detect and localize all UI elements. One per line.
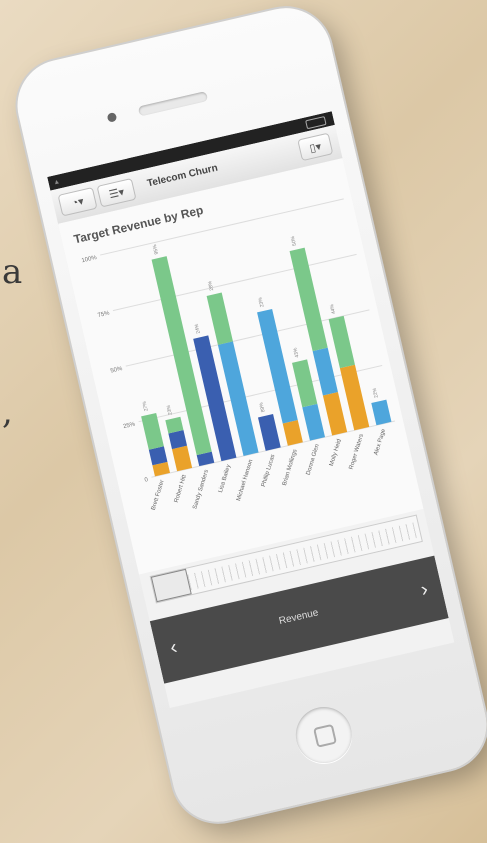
bar-data-label: 50%	[290, 235, 298, 247]
y-tick-label: 100%	[81, 255, 98, 264]
x-tick-label: Brian Mollings	[282, 449, 299, 487]
x-tick-label: Robert Hitt	[174, 474, 188, 503]
background-text-comma: ,	[2, 392, 13, 432]
signal-icon: ▴	[53, 176, 60, 187]
bar-data-label: 23%	[166, 404, 174, 416]
speaker	[137, 91, 209, 117]
phone-screen: ▴ ◔▾ ☰▾ Telecom Churn ▯▾ Target Revenue …	[47, 111, 455, 708]
bar-segment[interactable]	[148, 446, 168, 466]
bar-data-label: 24%	[194, 323, 202, 335]
bar-segment[interactable]	[289, 247, 328, 352]
phone-device: ▴ ◔▾ ☰▾ Telecom Churn ▯▾ Target Revenue …	[8, 0, 487, 831]
x-tick-label: Molly Heid	[329, 438, 343, 467]
bar-segment[interactable]	[371, 399, 392, 426]
bar-segment[interactable]	[171, 445, 193, 472]
x-tick-label: Phillip Lucas	[261, 454, 277, 488]
scroll-thumb[interactable]	[150, 568, 192, 603]
bar-segment[interactable]	[302, 403, 326, 441]
x-tick-label: Lisa Bailey	[218, 464, 232, 494]
bar-segment[interactable]	[312, 347, 338, 396]
bar-data-label: 28%	[207, 280, 215, 292]
x-tick-label: Sandy Sanders	[192, 469, 210, 510]
bar-segment[interactable]	[257, 414, 281, 451]
x-tick-label: Michael Hanson	[236, 459, 254, 502]
x-tick-label: Donna Glen	[306, 444, 321, 476]
bar-data-label: 22%	[372, 387, 380, 399]
device-icon[interactable]: ▯▾	[297, 132, 334, 162]
bar-segment[interactable]	[292, 359, 318, 408]
bar-data-label: 23%	[257, 296, 265, 308]
bar-segment[interactable]	[282, 420, 303, 446]
bar-segment[interactable]	[206, 292, 233, 345]
y-tick-label: 25%	[123, 421, 137, 430]
home-button[interactable]	[290, 701, 358, 769]
bar-data-label: 95%	[152, 243, 160, 255]
background-text-a: a	[2, 252, 23, 292]
gridline	[112, 253, 357, 312]
bar-segment[interactable]	[322, 392, 348, 436]
bar-segment[interactable]	[141, 412, 164, 450]
bar-data-label: 44%	[329, 303, 337, 315]
bar-segment[interactable]	[328, 315, 355, 369]
bar-data-label: 43%	[292, 346, 300, 358]
gauge-icon[interactable]: ◔▾	[57, 187, 98, 217]
y-tick-label: 75%	[97, 310, 111, 319]
bar-data-label: 27%	[141, 400, 149, 412]
x-tick-label: Brett Foster	[151, 479, 166, 511]
bar-segment[interactable]	[168, 430, 188, 450]
home-square-icon	[313, 723, 338, 748]
y-tick-label: 0	[144, 477, 149, 484]
list-icon[interactable]: ☰▾	[96, 178, 137, 208]
bar-data-label: 89%	[258, 401, 266, 413]
chart-panel[interactable]: Target Revenue by Rep 100% 75% 50% 25% 0 27% B…	[58, 158, 424, 575]
x-tick-label: Alex Page	[373, 428, 387, 457]
bar-chart[interactable]: 100% 75% 50% 25% 0 27% Brett Foster 23% Robert H…	[58, 158, 423, 574]
x-tick-label: Roger Waters	[349, 433, 365, 470]
app-title: Telecom Churn	[146, 162, 219, 190]
y-tick-label: 50%	[110, 366, 124, 375]
camera	[106, 111, 118, 123]
